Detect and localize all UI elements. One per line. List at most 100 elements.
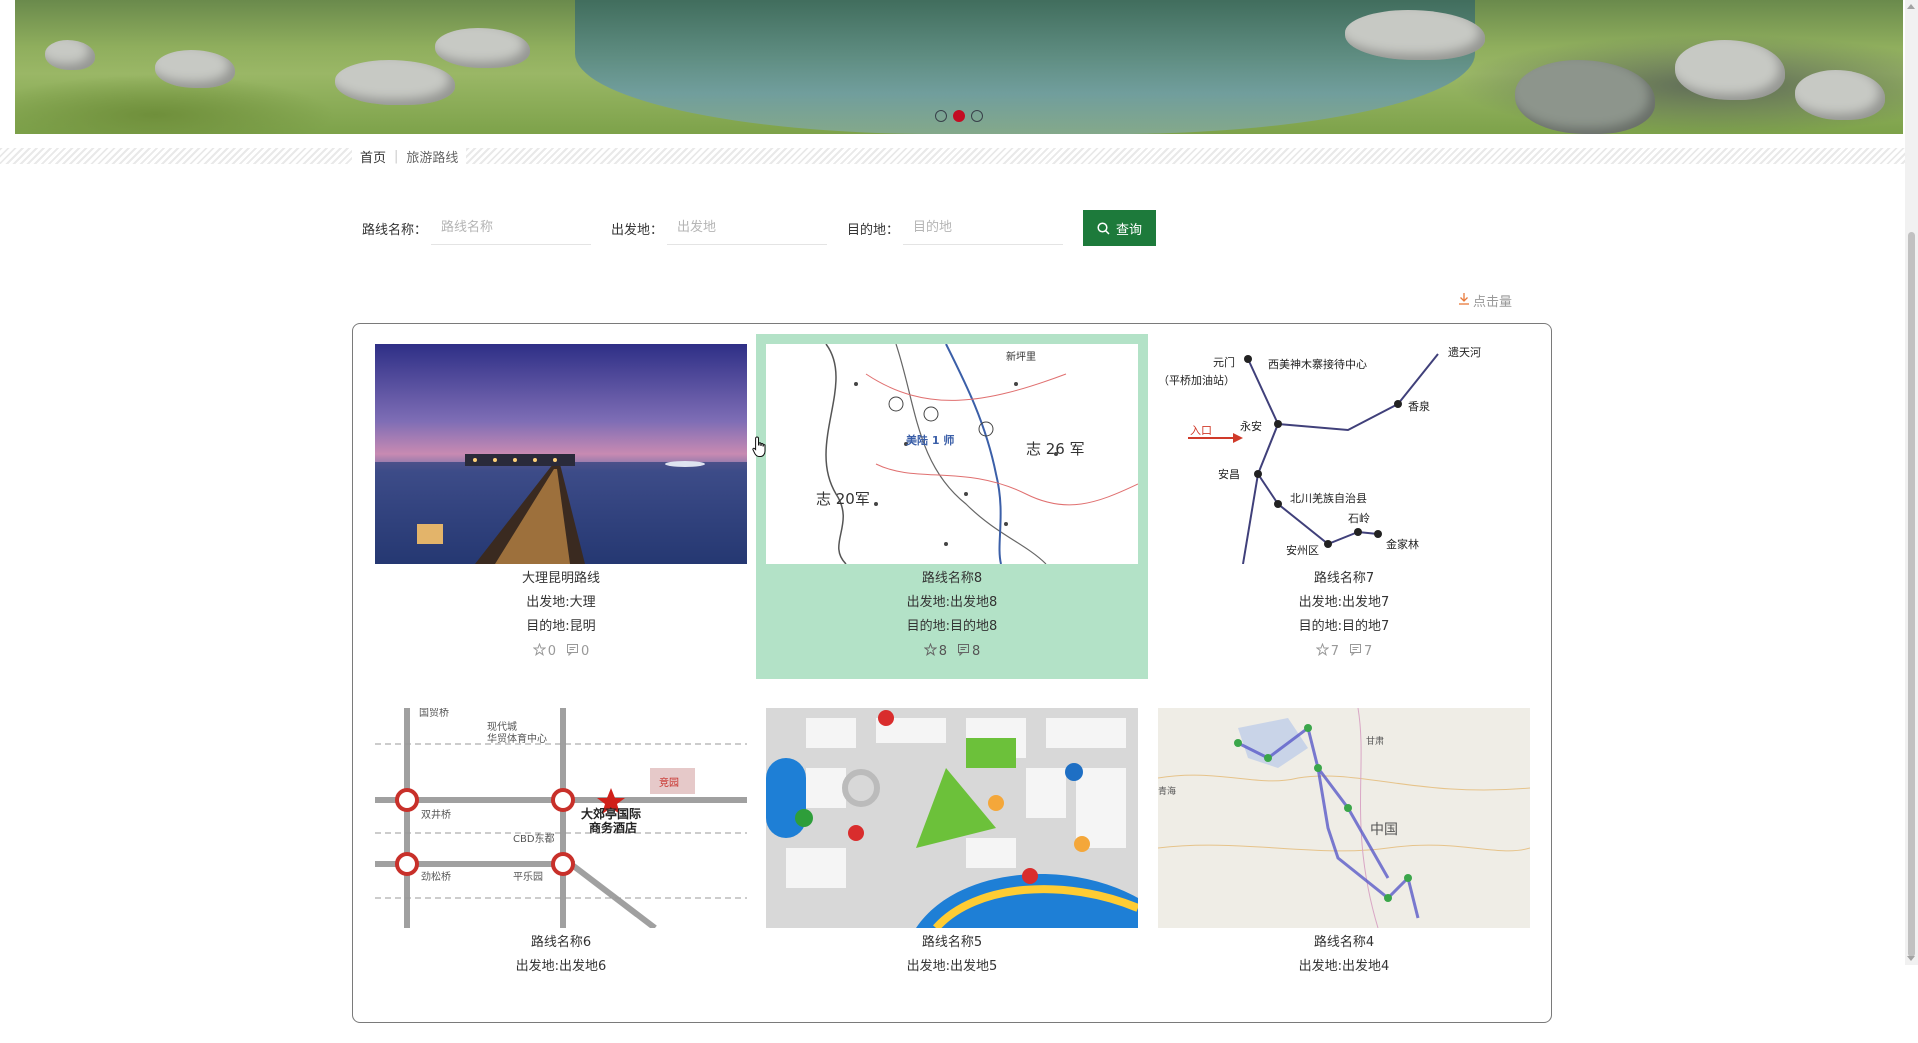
route-name: 路线名称6 <box>530 935 592 950</box>
banner-carousel[interactable] <box>15 0 1903 134</box>
route-stats: 8 8 <box>756 642 1148 660</box>
star-icon <box>1315 642 1330 660</box>
banner-rock <box>435 28 530 68</box>
comment-icon <box>1349 643 1362 660</box>
like-count: 7 <box>1330 644 1339 659</box>
route-stats: 0 0 <box>365 642 757 660</box>
search-button-label: 查询 <box>1116 222 1143 238</box>
comment-icon <box>957 643 970 660</box>
route-thumbnail: 志 26 军 志 20军 新坪里 美陆 1 师 <box>766 344 1138 564</box>
star-icon <box>532 642 547 660</box>
route-card[interactable]: 国贸桥 现代城 华贸体育中心 大郊亭国际 商务酒店 竞园 双井桥 CBD东都 劲… <box>365 698 757 1043</box>
sunset-pier-image <box>375 344 747 564</box>
map-label: 华贸体育中心 <box>487 732 547 745</box>
scroll-down-icon[interactable] <box>1907 956 1915 961</box>
departure-label: 出发地： <box>611 222 664 238</box>
carousel-indicators <box>935 110 983 122</box>
comment-count: 8 <box>972 644 981 659</box>
banner-rock <box>1515 60 1655 134</box>
comment-stat: 8 <box>957 643 980 660</box>
hand-cursor-icon <box>752 436 768 462</box>
route-thumbnail <box>375 344 747 564</box>
map-label: 青海 <box>1158 785 1176 797</box>
sort-by-clicks-button[interactable]: 点击量 <box>1458 291 1512 310</box>
breadcrumb-current[interactable]: 旅游路线 <box>406 147 458 166</box>
route-thumbnail: 国贸桥 现代城 华贸体育中心 大郊亭国际 商务酒店 竞园 双井桥 CBD东都 劲… <box>375 708 747 928</box>
banner-rock <box>1675 40 1785 100</box>
route-destination: 目的地:目的地8 <box>906 619 998 634</box>
banner-rock <box>1795 70 1885 120</box>
map-label: （平桥加油站） <box>1158 373 1235 387</box>
like-count: 8 <box>938 644 947 659</box>
page-scrollbar[interactable] <box>1905 0 1918 965</box>
map-label: 现代城 <box>487 721 517 733</box>
military-map-image: 志 26 军 志 20军 新坪里 美陆 1 师 <box>766 344 1138 564</box>
departure-input[interactable] <box>667 211 828 245</box>
map-label: 新坪里 <box>1006 350 1036 363</box>
route-diagram-image: 遗天河 元门 西美神木寨接待中心 （平桥加油站） 入口 永安 香泉 安昌 北川羌… <box>1158 344 1530 564</box>
comment-stat: 7 <box>1349 643 1372 660</box>
map-label: 遗天河 <box>1448 345 1481 359</box>
route-thumbnail <box>766 708 1138 928</box>
breadcrumb-home-link[interactable]: 首页 <box>360 147 386 166</box>
route-destination: 目的地:昆明 <box>526 619 596 634</box>
map-label: 劲松桥 <box>421 870 451 883</box>
route-thumbnail: 遗天河 元门 西美神木寨接待中心 （平桥加油站） 入口 永安 香泉 安昌 北川羌… <box>1158 344 1530 564</box>
search-form: 路线名称： 出发地： 目的地： 查询 <box>362 210 1157 246</box>
like-count: 0 <box>547 644 556 659</box>
city-pin-map-image <box>766 708 1138 928</box>
carousel-dot-2[interactable] <box>953 110 965 122</box>
star-icon <box>923 642 938 660</box>
breadcrumb-separator: | <box>394 148 399 164</box>
route-list: 大理昆明路线 出发地:大理 目的地:昆明 0 0 志 26 军 志 20军 新坪… <box>352 323 1552 1023</box>
route-name: 路线名称4 <box>1313 935 1375 950</box>
map-label: CBD东都 <box>513 832 555 845</box>
map-label: 金家林 <box>1386 537 1419 551</box>
banner-rock <box>335 60 455 105</box>
route-card[interactable]: 大理昆明路线 出发地:大理 目的地:昆明 0 0 <box>365 334 757 679</box>
route-name: 路线名称8 <box>921 571 983 586</box>
sort-label: 点击量 <box>1473 295 1513 310</box>
comment-icon <box>566 643 579 660</box>
china-route-map-image: 中国 青海 甘肃 <box>1158 708 1530 928</box>
scroll-up-icon[interactable] <box>1907 4 1915 9</box>
map-label: 甘肃 <box>1366 735 1384 747</box>
route-card[interactable]: 路线名称5 出发地:出发地5 <box>756 698 1148 1043</box>
destination-input[interactable] <box>903 211 1064 245</box>
like-stat: 7 <box>1315 642 1339 660</box>
map-label: 香泉 <box>1408 399 1430 413</box>
map-label: 志 20军 <box>816 490 870 508</box>
route-card[interactable]: 中国 青海 甘肃 路线名称4 出发地:出发地4 <box>1148 698 1540 1043</box>
map-label: 安州区 <box>1286 543 1319 557</box>
map-label: 国贸桥 <box>419 708 449 719</box>
city-metro-map-image: 国贸桥 现代城 华贸体育中心 大郊亭国际 商务酒店 竞园 双井桥 CBD东都 劲… <box>375 708 747 928</box>
comment-count: 7 <box>1364 644 1373 659</box>
route-card[interactable]: 遗天河 元门 西美神木寨接待中心 （平桥加油站） 入口 永安 香泉 安昌 北川羌… <box>1148 334 1540 679</box>
carousel-dot-1[interactable] <box>935 110 947 122</box>
route-name-input[interactable] <box>431 211 592 245</box>
map-label: 商务酒店 <box>589 820 637 835</box>
route-departure: 出发地:出发地7 <box>1298 595 1390 610</box>
like-stat: 0 <box>532 642 556 660</box>
route-stats: 7 7 <box>1148 642 1540 660</box>
comment-count: 0 <box>581 644 590 659</box>
comment-stat: 0 <box>566 643 589 660</box>
route-card[interactable]: 志 26 军 志 20军 新坪里 美陆 1 师 路线名称8 出发地:出发地8 目… <box>756 334 1148 679</box>
route-departure: 出发地:出发地8 <box>906 595 998 610</box>
banner-water <box>575 0 1475 134</box>
route-name-label: 路线名称： <box>362 222 428 238</box>
map-label: 平乐园 <box>513 871 543 883</box>
map-label: 北川羌族自治县 <box>1290 491 1367 505</box>
carousel-dot-3[interactable] <box>971 110 983 122</box>
map-label: 竞园 <box>659 776 679 789</box>
scrollbar-thumb[interactable] <box>1908 232 1915 957</box>
search-button[interactable]: 查询 <box>1083 210 1157 246</box>
map-label: 志 26 军 <box>1026 440 1085 458</box>
banner-rock <box>45 40 95 70</box>
route-thumbnail: 中国 青海 甘肃 <box>1158 708 1530 928</box>
map-label: 西美神木寨接待中心 <box>1268 357 1367 371</box>
banner-rock <box>155 50 235 88</box>
map-label: 石岭 <box>1348 511 1370 525</box>
map-label: 美陆 1 师 <box>906 433 954 447</box>
search-icon <box>1097 221 1110 235</box>
